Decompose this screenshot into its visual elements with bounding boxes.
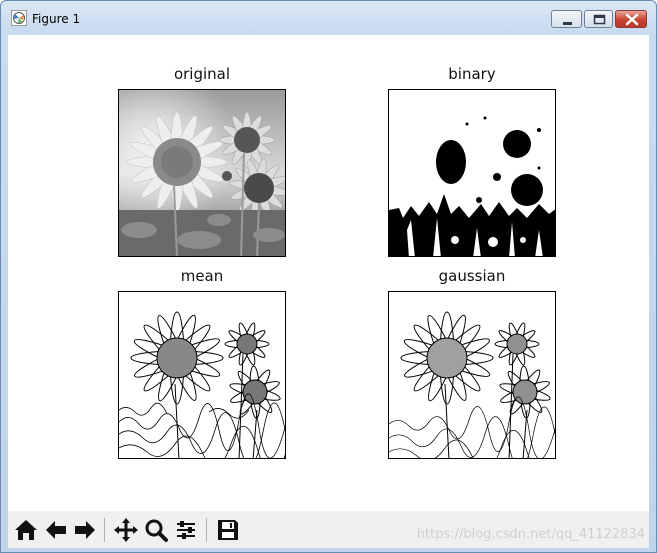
- panel-title-original: original: [173, 65, 231, 83]
- back-icon: [46, 521, 66, 539]
- configure-subplots-icon: [177, 521, 195, 539]
- pan-button[interactable]: [112, 516, 140, 544]
- home-icon: [15, 520, 37, 540]
- figure-canvas[interactable]: original binary mean gaussian: [8, 35, 649, 511]
- maximize-icon: [593, 14, 606, 25]
- panel-title-mean: mean: [180, 267, 224, 285]
- toolbar-separator: [206, 518, 207, 542]
- image-gaussian: [388, 291, 556, 459]
- forward-icon: [75, 521, 95, 539]
- matplotlib-app-icon: [11, 10, 27, 26]
- minimize-icon: [563, 22, 572, 25]
- panel-title-binary: binary: [448, 65, 496, 83]
- window-title: Figure 1: [32, 12, 81, 26]
- pan-icon: [114, 518, 138, 542]
- image-original: [118, 89, 286, 257]
- image-mean: [118, 291, 286, 459]
- save-icon: [218, 520, 238, 540]
- maximize-button[interactable]: [584, 10, 613, 28]
- title-bar[interactable]: Figure 1: [1, 1, 656, 35]
- back-button[interactable]: [42, 516, 70, 544]
- toolbar-separator: [104, 518, 105, 542]
- zoom-button[interactable]: [142, 516, 170, 544]
- minimize-button[interactable]: [551, 10, 582, 28]
- forward-button[interactable]: [71, 516, 99, 544]
- close-button[interactable]: [615, 10, 647, 28]
- panel-title-gaussian: gaussian: [438, 267, 506, 285]
- navigation-toolbar: https://blog.csdn.net/qq_41122834: [8, 511, 649, 548]
- close-icon: [625, 13, 639, 26]
- save-button[interactable]: [214, 516, 242, 544]
- configure-subplots-button[interactable]: [172, 516, 200, 544]
- figure-window: Figure 1 original binary mean gaussian h…: [0, 0, 657, 553]
- home-button[interactable]: [12, 516, 40, 544]
- image-binary: [388, 89, 556, 257]
- watermark-text: https://blog.csdn.net/qq_41122834: [416, 527, 645, 542]
- zoom-icon: [145, 519, 168, 542]
